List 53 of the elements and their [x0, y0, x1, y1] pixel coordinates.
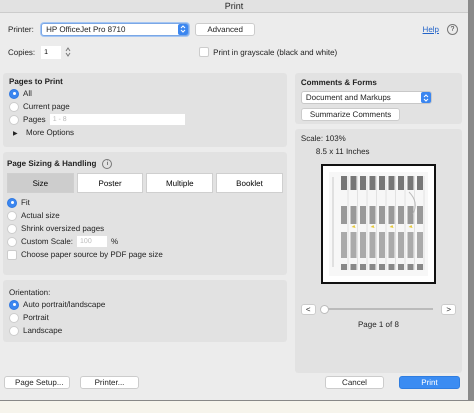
radio-button[interactable] — [7, 224, 17, 234]
option-label: Pages — [23, 115, 46, 124]
option-label: Current page — [23, 102, 70, 112]
tab[interactable]: Size — [7, 173, 74, 194]
radio-button[interactable] — [9, 114, 19, 125]
page-indicator: Page 1 of 8 — [356, 320, 400, 330]
cancel-button[interactable]: Cancel — [325, 376, 384, 390]
radio-button[interactable] — [7, 236, 17, 247]
section-title: Page Sizing & Handling — [7, 159, 96, 168]
checkbox-label: Print in grayscale (black and white) — [213, 48, 338, 57]
option-label: Landscape — [23, 326, 62, 336]
stepper-arrows-icon — [422, 94, 429, 102]
printer-dropdown[interactable]: HP OfficeJet Pro 8710 — [41, 22, 190, 36]
tab[interactable]: Poster — [76, 173, 144, 194]
printer-button[interactable]: Printer... — [80, 376, 139, 390]
section-title: Pages to Print — [9, 77, 64, 86]
radio-button[interactable] — [9, 300, 19, 310]
section-title: Comments & Forms — [300, 78, 378, 88]
help-link[interactable]: Help — [422, 24, 439, 34]
summarize-comments-button[interactable]: Summarize Comments — [300, 108, 400, 122]
checkbox[interactable] — [199, 47, 210, 58]
radio-button[interactable] — [7, 210, 17, 221]
stepper-icon[interactable] — [65, 47, 72, 58]
option-label: Fit — [21, 198, 30, 208]
slider-thumb[interactable] — [320, 304, 329, 314]
tab[interactable]: Booklet — [216, 173, 283, 194]
advanced-button[interactable]: Advanced — [195, 22, 256, 36]
option-label: Actual size — [21, 211, 60, 220]
scale-label: Scale: 103% — [300, 134, 347, 144]
option-label: All — [23, 89, 32, 98]
field-label: Printer: — [8, 24, 35, 34]
radio-button[interactable] — [9, 102, 19, 112]
option-label: Shrink oversized pages — [21, 224, 104, 234]
checkbox-label: Choose paper source by PDF page size — [21, 250, 163, 260]
option-label: Auto portrait/landscape — [23, 300, 106, 310]
unit-label: % — [111, 237, 118, 246]
radio-button[interactable] — [7, 198, 17, 208]
previous-page-button[interactable]: < — [300, 304, 316, 315]
radio-button[interactable] — [9, 88, 19, 99]
field-label: Copies: — [8, 48, 36, 57]
radio-button[interactable] — [9, 326, 19, 336]
tab[interactable]: Multiple — [146, 173, 214, 194]
checkbox[interactable] — [7, 250, 17, 260]
option-label: Custom Scale: — [21, 237, 74, 246]
section-title: Orientation: — [9, 288, 52, 298]
radio-button[interactable] — [9, 312, 19, 323]
next-page-button[interactable]: > — [441, 304, 456, 315]
window-title: Print — [0, 0, 468, 14]
stepper-arrows-icon — [180, 25, 186, 34]
page-setup-button[interactable]: Page Setup... — [4, 376, 70, 390]
option-label: Portrait — [23, 313, 49, 322]
paper-size-label: 8.5 x 11 Inches — [314, 147, 371, 156]
comments-dropdown[interactable]: Document and Markups — [300, 91, 432, 104]
